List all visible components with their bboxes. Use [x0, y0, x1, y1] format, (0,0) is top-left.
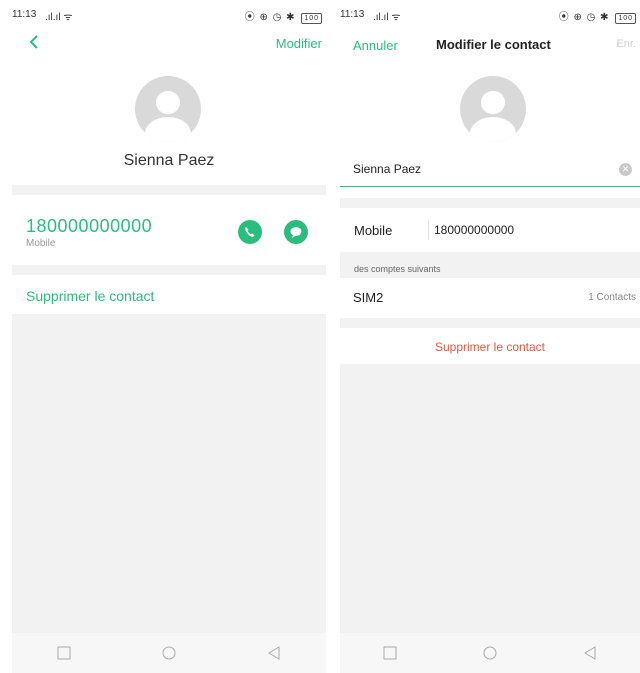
contact-detail-screen: 11:13 .ıl.ıl ᯤ ⦿ ⊕ ◷ ✱ 100 Modifier Sien… [12, 0, 326, 673]
empty-area [12, 314, 326, 633]
delete-contact-button[interactable]: Supprimer le contact [26, 288, 154, 304]
signal-icon: .ıl.ıl ᯤ [45, 12, 73, 23]
save-button[interactable]: Enr. [616, 38, 636, 50]
signal-icon: .ıl.ıl ᯤ [373, 12, 401, 23]
phone-icon [245, 227, 255, 237]
square-icon[interactable] [57, 646, 71, 660]
status-icons: ⦿ ⊕ ◷ ✱ 100 [559, 8, 636, 24]
phone-number-field[interactable]: 180000000000 [434, 223, 514, 237]
section-divider [12, 185, 326, 195]
accounts-label: des comptes suivants [354, 264, 441, 274]
cancel-button[interactable]: Annuler [353, 38, 398, 53]
triangle-back-icon[interactable] [583, 646, 597, 660]
edit-contact-screen: 11:13 .ıl.ıl ᯤ ⦿ ⊕ ◷ ✱ 100 Annuler Modif… [340, 0, 640, 673]
contact-name: Sienna Paez [123, 152, 215, 169]
name-field-underline [340, 186, 640, 187]
status-time: 11:13 [12, 9, 37, 20]
clear-icon[interactable]: ✕ [619, 163, 632, 176]
phone-type: Mobile [26, 238, 56, 249]
edit-button[interactable]: Modifier [276, 36, 322, 51]
navigation-bar [340, 633, 640, 673]
circle-icon[interactable] [483, 646, 497, 660]
sim-account-label[interactable]: SIM2 [353, 290, 383, 305]
phone-number[interactable]: 180000000000 [26, 216, 152, 237]
empty-area [340, 364, 640, 633]
status-time: 11:13 [340, 9, 365, 20]
navigation-bar [12, 633, 326, 673]
circle-icon[interactable] [162, 646, 176, 660]
status-icons: ⦿ ⊕ ◷ ✱ 100 [245, 8, 322, 24]
page-title: Modifier le contact [436, 37, 551, 52]
field-divider [428, 220, 429, 240]
message-icon [290, 227, 302, 238]
message-button[interactable] [284, 220, 308, 244]
call-button[interactable] [238, 220, 262, 244]
delete-contact-button[interactable]: Supprimer le contact [340, 340, 640, 354]
section-divider [340, 318, 640, 328]
name-field[interactable]: Sienna Paez [353, 162, 421, 176]
avatar[interactable] [460, 76, 526, 142]
status-bar: 11:13 .ıl.ıl ᯤ ⦿ ⊕ ◷ ✱ 100 [340, 0, 640, 28]
back-icon[interactable] [24, 30, 44, 54]
avatar [135, 76, 201, 142]
triangle-back-icon[interactable] [267, 646, 281, 660]
status-bar: 11:13 .ıl.ıl ᯤ ⦿ ⊕ ◷ ✱ 100 [12, 0, 326, 28]
section-divider [340, 198, 640, 208]
battery-icon: 100 [301, 13, 322, 24]
phone-type-selector[interactable]: Mobile [354, 223, 392, 238]
square-icon[interactable] [383, 646, 397, 660]
section-divider [12, 265, 326, 275]
battery-icon: 100 [615, 13, 636, 24]
sim-contact-count: 1 Contacts [588, 292, 636, 303]
